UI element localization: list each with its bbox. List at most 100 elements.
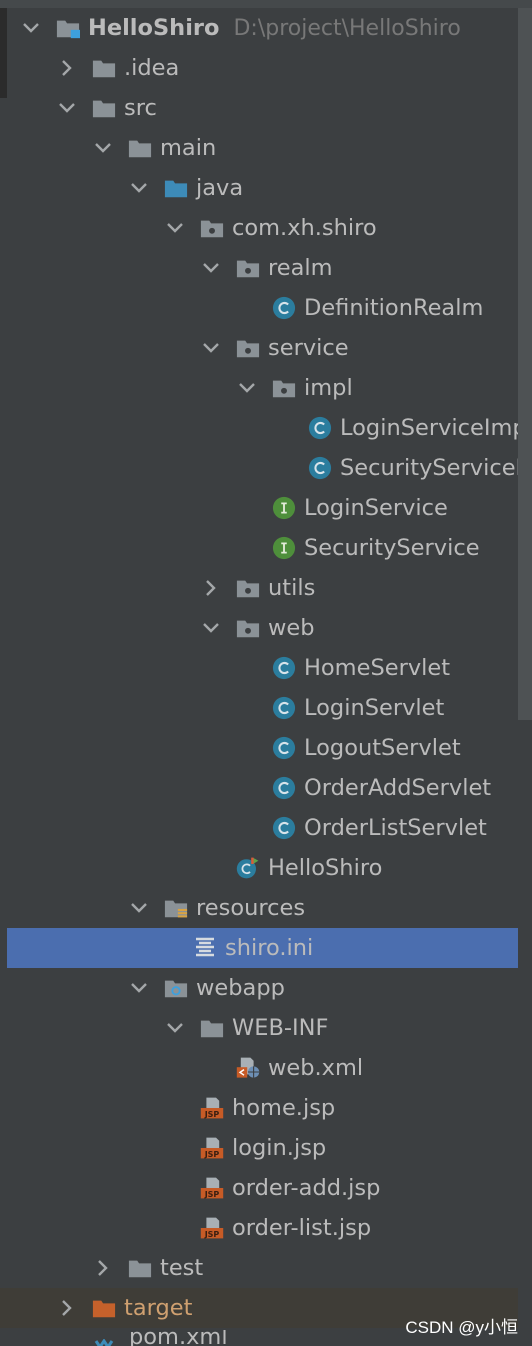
tree-row-label: web.xml (268, 1055, 364, 1081)
chevron-down-icon[interactable] (200, 337, 222, 359)
chevron-right-icon[interactable] (92, 1257, 114, 1279)
svg-text:JSP: JSP (204, 1230, 220, 1239)
tree-row-login[interactable]: LoginServlet (0, 688, 532, 728)
scrollbar-track[interactable] (518, 720, 532, 1346)
tree-row-label: LoginServlet (304, 695, 445, 721)
chevron-down-icon[interactable] (200, 257, 222, 279)
chevron-right-icon[interactable] (200, 577, 222, 599)
tree-row-webapp[interactable]: webapp (0, 968, 532, 1008)
tree-row-label: login.jsp (232, 1135, 327, 1161)
tree-row-label: webapp (196, 975, 285, 1001)
tree-row-test[interactable]: test (0, 1248, 532, 1288)
tree-row-label: com.xh.shiro (232, 215, 377, 241)
tree-row-label: LogoutServlet (304, 735, 461, 761)
tree-row-label: home.jsp (232, 1095, 336, 1121)
jsp-icon: JSP (200, 1136, 224, 1160)
tree-row-secimpl[interactable]: SecurityServiceIm (0, 448, 532, 488)
tree-row-home[interactable]: HomeServlet (0, 648, 532, 688)
tree-row-label: resources (196, 895, 306, 921)
chevron-down-icon[interactable] (128, 977, 150, 999)
class-icon (308, 456, 332, 480)
package-icon (236, 616, 260, 640)
maven-icon (94, 1338, 118, 1346)
tree-row-label: test (160, 1255, 204, 1281)
tree-row-secsvc[interactable]: SecurityService (0, 528, 532, 568)
tree-row-label: src (124, 95, 157, 121)
excluded-folder-icon (92, 1296, 116, 1320)
chevron-down-icon[interactable] (200, 617, 222, 639)
tree-row-label: HelloShiro (88, 15, 220, 41)
chevron-down-icon[interactable] (56, 97, 78, 119)
tree-row-loginsvc[interactable]: LoginService (0, 488, 532, 528)
interface-icon (272, 536, 296, 560)
chevron-right-icon[interactable] (56, 57, 78, 79)
folder-icon (92, 56, 116, 80)
tree-row-loginimpl[interactable]: LoginServiceImp (0, 408, 532, 448)
tree-row-label: HelloShiro (268, 855, 383, 881)
class-icon (308, 416, 332, 440)
folder-icon (128, 1256, 152, 1280)
tree-row-orderlist[interactable]: OrderListServlet (0, 808, 532, 848)
tree-row-root[interactable]: HelloShiro D:\project\HelloShiro (0, 8, 532, 48)
tree-row-label: order-add.jsp (232, 1175, 381, 1201)
tree-row-label: impl (304, 375, 353, 401)
tree-row-orderadd[interactable]: OrderAddServlet (0, 768, 532, 808)
tree-row-java[interactable]: java (0, 168, 532, 208)
tree-row-web[interactable]: web (0, 608, 532, 648)
tree-row-webxml[interactable]: web.xml (0, 1048, 532, 1088)
tree-row-label: DefinitionRealm (304, 295, 484, 321)
tree-row-shiroini[interactable]: shiro.ini (7, 928, 532, 968)
chevron-down-icon[interactable] (20, 17, 42, 39)
tree-row-label: shiro.ini (225, 935, 314, 961)
tree-row-webinf[interactable]: WEB-INF (0, 1008, 532, 1048)
tree-row-orderaddjsp[interactable]: JSP order-add.jsp (0, 1168, 532, 1208)
tree-row-label: main (160, 135, 217, 161)
tree-row-pkg[interactable]: com.xh.shiro (0, 208, 532, 248)
tree-row-realm[interactable]: realm (0, 248, 532, 288)
tree-row-helloshiro[interactable]: HelloShiro (0, 848, 532, 888)
svg-text:JSP: JSP (204, 1110, 220, 1119)
chevron-down-icon[interactable] (128, 177, 150, 199)
chevron-down-icon[interactable] (92, 137, 114, 159)
tree-row-service[interactable]: service (0, 328, 532, 368)
jsp-icon: JSP (200, 1096, 224, 1120)
tree-row-orderlistjsp[interactable]: JSP order-list.jsp (0, 1208, 532, 1248)
folder-icon (200, 1016, 224, 1040)
chevron-down-icon[interactable] (164, 217, 186, 239)
tree-row-idea[interactable]: .idea (0, 48, 532, 88)
tree-row-loginjsp[interactable]: JSP login.jsp (0, 1128, 532, 1168)
jsp-icon: JSP (200, 1216, 224, 1240)
watermark: CSDN @y小恒 (405, 1318, 518, 1337)
tree-row-label: SecurityService (304, 535, 480, 561)
chevron-down-icon[interactable] (128, 897, 150, 919)
chevron-down-icon[interactable] (236, 377, 258, 399)
folder-icon (128, 136, 152, 160)
tree-row-utils[interactable]: utils (0, 568, 532, 608)
tree-row-main[interactable]: main (0, 128, 532, 168)
class-icon (272, 656, 296, 680)
class-icon (272, 776, 296, 800)
tree-row-src[interactable]: src (0, 88, 532, 128)
tree-row-defrealm[interactable]: DefinitionRealm (0, 288, 532, 328)
tree-row-label: utils (268, 575, 316, 601)
tree-row-resources[interactable]: resources (0, 888, 532, 928)
class-icon (272, 696, 296, 720)
project-path: D:\project\HelloShiro (233, 15, 461, 41)
scrollbar-thumb[interactable] (518, 8, 532, 720)
tree-row-homejsp[interactable]: JSP home.jsp (0, 1088, 532, 1128)
tree-row-label: LoginService (304, 495, 448, 521)
chevron-right-icon[interactable] (56, 1297, 78, 1319)
source-folder-icon (164, 176, 188, 200)
tree-row-logout[interactable]: LogoutServlet (0, 728, 532, 768)
project-folder-icon (56, 16, 80, 40)
tree-row-label: .idea (124, 55, 180, 81)
package-icon (236, 576, 260, 600)
chevron-down-icon[interactable] (164, 1017, 186, 1039)
tree-row-impl[interactable]: impl (0, 368, 532, 408)
